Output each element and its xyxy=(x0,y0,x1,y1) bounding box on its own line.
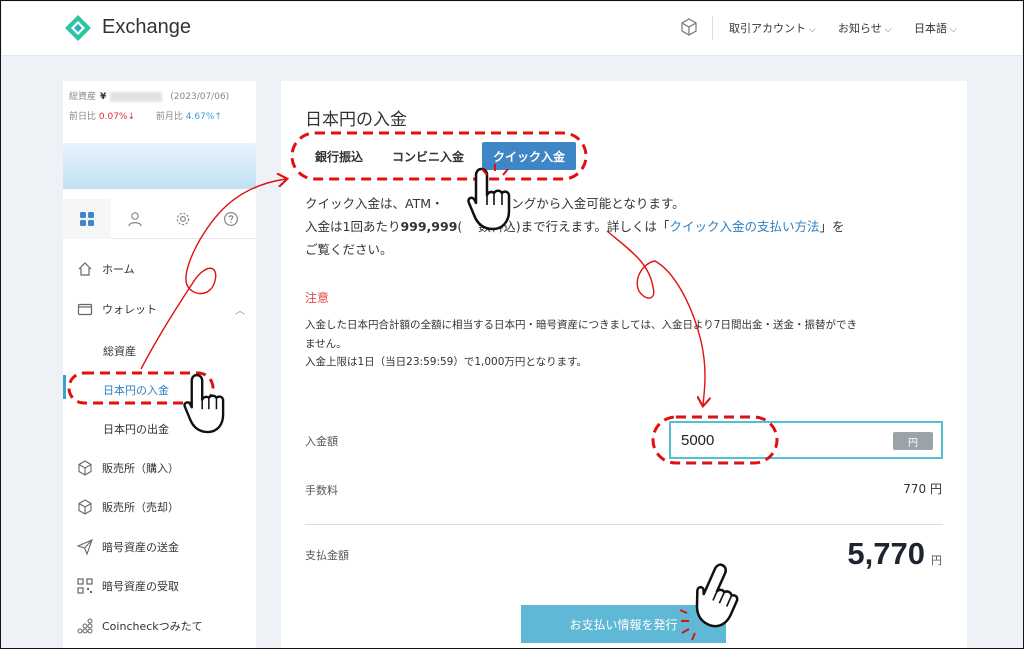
chevron-down-icon: ⌵ xyxy=(809,25,816,35)
cube-icon xyxy=(77,460,93,476)
submenu-jpy-deposit[interactable]: 日本円の入金 xyxy=(103,382,169,398)
quick-deposit-help-link[interactable]: クイック入金の支払い方法 xyxy=(669,219,819,234)
submenu-jpy-withdraw[interactable]: 日本円の出金 xyxy=(103,421,169,437)
amount-unit: 円 xyxy=(893,432,933,450)
desc-text: 入金は1回あたり xyxy=(305,219,401,234)
desc-text: クイック入金は、ATM・ xyxy=(305,196,444,211)
amount-input[interactable]: 5000 円 xyxy=(669,421,943,459)
top-header: Exchange 取引アカウント ⌵ お知らせ ⌵ 日本語 ⌵ xyxy=(2,2,1022,56)
header-separator xyxy=(712,16,713,40)
total-unit: 円 xyxy=(931,554,942,567)
desc-text: バンキングから入金可能となります。 xyxy=(473,196,685,211)
home-icon xyxy=(77,261,93,277)
total-value: 5,770 xyxy=(847,536,925,571)
description-line-2: 入金は1回あたり999,999( 数料込)まで行えます。詳しくは「クイック入金の支… xyxy=(305,216,844,235)
nav-label: お知らせ xyxy=(838,22,882,35)
currency-symbol: ¥ xyxy=(100,92,107,102)
tab-help[interactable] xyxy=(207,199,255,239)
total-label: 支払金額 xyxy=(305,549,349,562)
menu-receive[interactable]: 暗号資産の受取 xyxy=(77,578,179,594)
asset-date: (2023/07/06) xyxy=(170,92,230,102)
desc-amount: 999,999 xyxy=(400,219,458,234)
day-change-value: 0.07%↓ xyxy=(98,112,136,122)
menu-label: 販売所（売却） xyxy=(102,501,179,514)
screenshot-frame: Exchange 取引アカウント ⌵ お知らせ ⌵ 日本語 ⌵ 総資産 ¥ (2023/0… xyxy=(0,0,1024,649)
notice-line-2: ません。 xyxy=(305,338,347,350)
menu-buy[interactable]: 販売所（購入） xyxy=(77,460,179,476)
fee-value: 770 円 xyxy=(903,482,942,496)
issue-payment-info-button[interactable]: お支払い情報を発行 xyxy=(521,605,726,643)
coins-icon xyxy=(77,618,93,634)
blurred-amount xyxy=(110,91,163,102)
amount-value: 5000 xyxy=(681,432,715,449)
nav-label: 取引アカウント xyxy=(729,22,806,35)
day-change-label: 前日比 xyxy=(69,112,97,122)
notice-line-1: 入金した日本円合計額の全額に相当する日本円・暗号資産につきましては、入金日より7… xyxy=(305,319,857,331)
asset-chart-area xyxy=(63,143,256,189)
submenu-total-assets[interactable]: 総資産 xyxy=(103,343,136,359)
menu-label: ウォレット xyxy=(102,303,157,316)
total-assets: 総資産 ¥ (2023/07/06) xyxy=(69,89,229,102)
active-indicator xyxy=(63,375,66,399)
help-icon xyxy=(223,211,239,227)
notice-title: 注意 xyxy=(305,291,330,305)
amount-label: 入金額 xyxy=(305,435,338,448)
menu-send[interactable]: 暗号資産の送金 xyxy=(77,539,179,555)
brand-name[interactable]: Exchange xyxy=(102,16,191,39)
nav-notifications[interactable]: お知らせ ⌵ xyxy=(838,20,892,36)
chevron-down-icon: ⌵ xyxy=(884,25,892,35)
desc-text: 数料込)まで行えます。詳しくは「 xyxy=(478,219,670,234)
nav-language[interactable]: 日本語 ⌵ xyxy=(914,20,957,36)
exchange-logo-icon[interactable] xyxy=(64,14,92,42)
description-line-3: ご覧ください。 xyxy=(305,242,393,257)
total-assets-label: 総資産 xyxy=(69,92,97,102)
tab-quick-deposit[interactable]: クイック入金 xyxy=(482,142,576,170)
description-line-1: クイック入金は、ATM・ バンキングから入金可能となります。 xyxy=(305,193,685,212)
menu-tsumitate[interactable]: Coincheckつみたて xyxy=(77,618,203,634)
notice-line-3: 入金上限は1日（当日23:59:59）で1,000万円となります。 xyxy=(305,356,588,368)
desc-text: ( xyxy=(457,219,463,234)
wallet-icon xyxy=(77,301,93,317)
cube-icon[interactable] xyxy=(680,18,698,36)
month-change-value: 4.67%↑ xyxy=(185,112,222,122)
page-title: 日本円の入金 xyxy=(305,110,407,130)
menu-label: 暗号資産の送金 xyxy=(102,541,179,554)
chevron-down-icon: ⌵ xyxy=(950,25,957,35)
menu-home[interactable]: ホーム xyxy=(77,261,135,277)
tab-convenience-store[interactable]: コンビニ入金 xyxy=(383,142,473,170)
nav-label: 日本語 xyxy=(914,22,947,35)
grid-icon xyxy=(80,212,94,226)
tab-bank-transfer[interactable]: 銀行振込 xyxy=(305,142,373,170)
sidebar-tabs xyxy=(63,199,256,239)
user-icon xyxy=(128,212,142,227)
qr-code-icon xyxy=(77,578,93,594)
nav-trading-account[interactable]: 取引アカウント ⌵ xyxy=(729,20,816,36)
cube-icon xyxy=(77,499,93,515)
month-change-label: 前月比 xyxy=(155,112,183,122)
menu-sell[interactable]: 販売所（売却） xyxy=(77,499,179,515)
menu-label: 暗号資産の受取 xyxy=(102,580,179,593)
tab-account[interactable] xyxy=(111,199,159,239)
menu-label: ホーム xyxy=(102,263,135,276)
change-row: 前日比 0.07%↓ 前月比 4.67%↑ xyxy=(69,109,222,122)
divider xyxy=(305,524,943,525)
desc-text: 」を xyxy=(819,219,845,234)
paper-plane-icon xyxy=(77,539,93,555)
tab-settings[interactable] xyxy=(159,199,207,239)
deposit-panel: 日本円の入金 銀行振込 コンビニ入金 クイック入金 クイック入金は、ATM・ バン… xyxy=(281,81,967,648)
gear-icon xyxy=(176,212,190,226)
menu-label: Coincheckつみたて xyxy=(102,620,203,633)
tab-dashboard[interactable] xyxy=(63,199,111,239)
chevron-up-icon: ︿ xyxy=(235,305,245,317)
total-amount: 5,770 円 xyxy=(847,536,942,572)
menu-label: 販売所（購入） xyxy=(102,462,179,475)
menu-wallet[interactable]: ウォレット ︿ xyxy=(77,301,245,317)
fee-label: 手数料 xyxy=(305,484,338,497)
sidebar: 総資産¥(2023/07/06) 前日比 0.07%↓ 前月比 4.67%↑ xyxy=(63,81,256,648)
